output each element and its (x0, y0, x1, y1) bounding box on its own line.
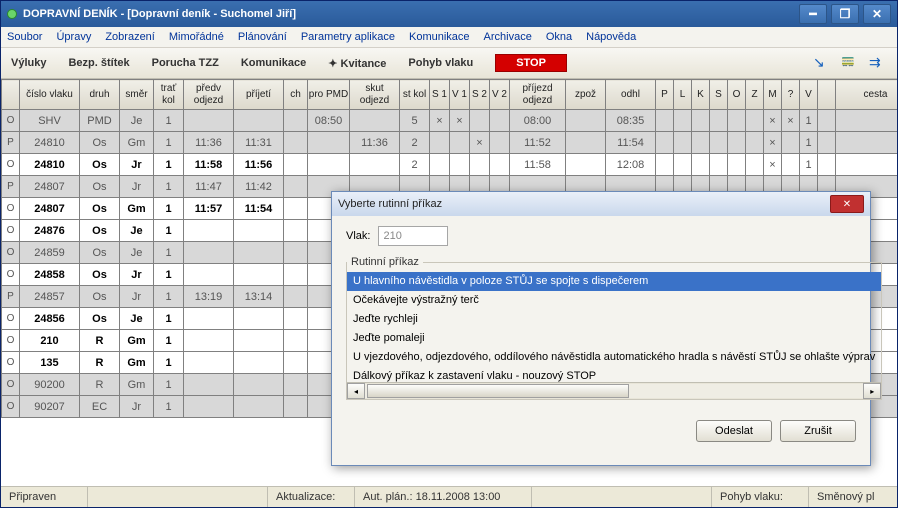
col-header[interactable]: V (800, 80, 818, 110)
status-pohyb-vlaku: Pohyb vlaku: (712, 487, 809, 507)
col-header[interactable]: cesta (836, 80, 898, 110)
horizontal-scrollbar[interactable]: ◂ ▸ (347, 382, 881, 399)
col-header[interactable]: pro PMD (308, 80, 350, 110)
tb-bezp-stitek[interactable]: Bezp. štítek (68, 57, 129, 69)
col-header[interactable]: S (710, 80, 728, 110)
scroll-left-button[interactable]: ◂ (347, 383, 365, 399)
minimize-button[interactable]: ━ (799, 4, 827, 24)
col-header[interactable]: V 2 (490, 80, 510, 110)
cancel-button[interactable]: Zrušit (780, 420, 856, 442)
routine-item[interactable]: Dálkový příkaz k zastavení vlaku - nouzo… (347, 367, 881, 382)
routine-item[interactable]: Jeďte rychleji (347, 310, 881, 329)
app-icon (7, 9, 17, 19)
tb-stop-button[interactable]: STOP (495, 54, 567, 72)
dialog-close-button[interactable]: ✕ (830, 195, 864, 213)
col-header[interactable]: L (674, 80, 692, 110)
menu-komunikace[interactable]: Komunikace (409, 31, 470, 43)
table-row[interactable]: O24810OsJr111:5811:56211:5812:08×1 (2, 154, 898, 176)
main-window: DOPRAVNÍ DENÍK - [Dopravní deník - Sucho… (0, 0, 898, 508)
tb-porucha-tzz[interactable]: Porucha TZZ (152, 57, 219, 69)
col-header[interactable]: st kol (400, 80, 430, 110)
close-window-button[interactable]: ✕ (863, 4, 891, 24)
col-header[interactable]: ? (782, 80, 800, 110)
routine-item[interactable]: U vjezdového, odjezdového, oddílového ná… (347, 348, 881, 367)
scroll-right-button[interactable]: ▸ (863, 383, 881, 399)
table-row[interactable]: OSHVPMDJe108:505××08:0008:35××1 (2, 110, 898, 132)
maximize-button[interactable]: ❐ (831, 4, 859, 24)
routine-item[interactable]: Jeďte pomaleji (347, 329, 881, 348)
tb-kvitance[interactable]: ✦ Kvitance (328, 57, 386, 70)
status-aktualizace: Aktualizace: (268, 487, 355, 507)
col-header[interactable]: směr (120, 80, 154, 110)
status-ready: Připraven (1, 487, 88, 507)
col-header[interactable]: K (692, 80, 710, 110)
routine-list[interactable]: U hlavního návěstidla v poloze STŮJ se s… (347, 272, 881, 382)
col-header[interactable]: trať kol (154, 80, 184, 110)
menu-okna[interactable]: Okna (546, 31, 572, 43)
menu-plánování[interactable]: Plánování (238, 31, 287, 43)
status-smenovy: Směnový pl (809, 487, 897, 507)
menu-soubor[interactable]: Soubor (7, 31, 42, 43)
routine-group: Rutinní příkaz U hlavního návěstidla v p… (346, 256, 882, 400)
col-header[interactable]: Z (746, 80, 764, 110)
col-header[interactable]: M (764, 80, 782, 110)
routine-item[interactable]: Očekávejte výstražný terč (347, 291, 881, 310)
col-header[interactable]: příjezd odjezd (510, 80, 566, 110)
col-header[interactable] (818, 80, 836, 110)
dialog-title: Vyberte rutinní příkaz (338, 198, 830, 210)
menu-nápověda[interactable]: Nápověda (586, 31, 636, 43)
col-header[interactable]: S 1 (430, 80, 450, 110)
col-header[interactable]: ch (284, 80, 308, 110)
menu-bar: Soubor Úpravy Zobrazení Mimořádné Plánování P… (1, 27, 897, 48)
col-header[interactable]: příjetí (234, 80, 284, 110)
train-left-icon[interactable]: ↘ (813, 54, 831, 72)
train-right-icon[interactable]: ⇉ (869, 54, 887, 72)
tb-pohyb-vlaku[interactable]: Pohyb vlaku (408, 57, 473, 69)
routine-item[interactable]: U hlavního návěstidla v poloze STŮJ se s… (347, 272, 881, 291)
menu-mimořádné[interactable]: Mimořádné (169, 31, 224, 43)
col-header[interactable]: zpož (566, 80, 606, 110)
col-header[interactable]: druh (80, 80, 120, 110)
col-header[interactable]: O (728, 80, 746, 110)
col-header[interactable]: odhl (606, 80, 656, 110)
routine-group-label: Rutinní příkaz (347, 256, 423, 268)
menu-úpravy[interactable]: Úpravy (56, 31, 91, 43)
title-bar: DOPRAVNÍ DENÍK - [Dopravní deník - Sucho… (1, 1, 897, 27)
vlak-label: Vlak: (346, 230, 370, 242)
col-header[interactable]: V 1 (450, 80, 470, 110)
col-header[interactable]: číslo vlaku (20, 80, 80, 110)
status-autplan: Aut. plán.: 18.11.2008 13:00 (355, 487, 532, 507)
status-bar: Připraven Aktualizace: Aut. plán.: 18.11… (1, 486, 897, 507)
window-title: DOPRAVNÍ DENÍK - [Dopravní deník - Sucho… (23, 8, 296, 20)
tb-vyluky[interactable]: Výluky (11, 57, 46, 69)
col-header[interactable] (2, 80, 20, 110)
menu-zobrazení[interactable]: Zobrazení (105, 31, 155, 43)
table-row[interactable]: P24810OsGm111:3611:3111:362×11:5211:54×1 (2, 132, 898, 154)
col-header[interactable]: P (656, 80, 674, 110)
col-header[interactable]: předv odjezd (184, 80, 234, 110)
routine-command-dialog: Vyberte rutinní příkaz ✕ Vlak: Rutinní p… (331, 191, 871, 466)
menu-parametry aplikace[interactable]: Parametry aplikace (301, 31, 395, 43)
col-header[interactable]: S 2 (470, 80, 490, 110)
send-button[interactable]: Odeslat (696, 420, 772, 442)
vlak-input[interactable] (378, 226, 448, 246)
tb-komunikace[interactable]: Komunikace (241, 57, 306, 69)
menu-archivace[interactable]: Archivace (484, 31, 532, 43)
scroll-thumb[interactable] (367, 384, 629, 398)
train-colored-icon[interactable]: 🚃 (841, 54, 859, 72)
col-header[interactable]: skut odjezd (350, 80, 400, 110)
toolbar: Výluky Bezp. štítek Porucha TZZ Komunika… (1, 48, 897, 79)
